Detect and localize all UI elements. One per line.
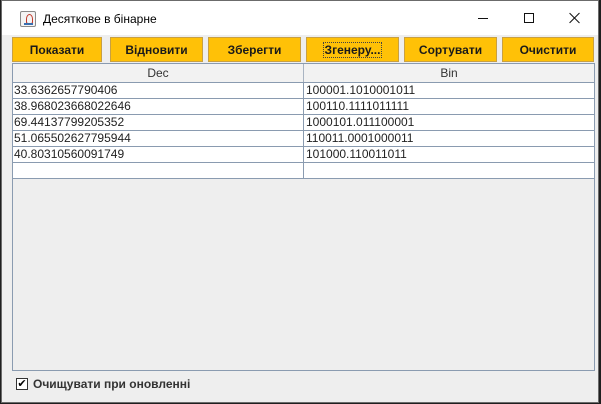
cell-bin[interactable]: 101000.110011011: [305, 147, 594, 162]
conversion-table: Dec Bin 33.6362657790406 100001.10100010…: [12, 63, 595, 179]
restore-button-label: Відновити: [125, 42, 188, 57]
clear-on-refresh-checkbox[interactable]: ✔: [16, 378, 28, 390]
java-app-icon: [20, 11, 36, 27]
cell-dec[interactable]: [13, 163, 304, 178]
clear-on-refresh-label[interactable]: Очищувати при оновленні: [33, 377, 190, 391]
cell-dec[interactable]: 40.80310560091749: [13, 147, 304, 162]
cell-bin[interactable]: 110011.0001000011: [305, 131, 594, 146]
show-button[interactable]: Показати: [12, 37, 102, 62]
table-row[interactable]: 51.065502627795944 110011.0001000011: [13, 131, 594, 147]
table-row[interactable]: 33.6362657790406 100001.1010001011: [13, 83, 594, 99]
cell-bin[interactable]: [305, 163, 594, 178]
table-viewport: [12, 179, 595, 371]
cell-bin[interactable]: 100110.1111011111: [305, 99, 594, 114]
cell-dec[interactable]: 51.065502627795944: [13, 131, 304, 146]
table-row[interactable]: 40.80310560091749 101000.110011011: [13, 147, 594, 163]
table-row-empty[interactable]: [13, 163, 594, 179]
cell-bin[interactable]: 100001.1010001011: [305, 83, 594, 98]
title-bar: Десяткове в бінарне: [2, 1, 598, 35]
window-title: Десяткове в бінарне: [43, 12, 157, 26]
minimize-button[interactable]: [460, 1, 506, 35]
cell-dec[interactable]: 33.6362657790406: [13, 83, 304, 98]
cell-bin[interactable]: 1000101.011100001: [305, 115, 594, 130]
restore-button[interactable]: Відновити: [110, 37, 203, 62]
clear-button[interactable]: Очистити: [502, 37, 594, 62]
toolbar: Показати Відновити Зберегти Згенеру... С…: [12, 37, 594, 62]
sort-button[interactable]: Сортувати: [404, 37, 497, 62]
app-window: Десяткове в бінарне Показати Відновити З…: [1, 0, 599, 403]
clear-button-label: Очистити: [519, 42, 577, 57]
minimize-icon: [478, 17, 488, 19]
cell-dec[interactable]: 69.44137799205352: [13, 115, 304, 130]
table-row[interactable]: 38.968023668022646 100110.1111011111: [13, 99, 594, 115]
cell-dec[interactable]: 38.968023668022646: [13, 99, 304, 114]
save-button[interactable]: Зберегти: [208, 37, 301, 62]
save-button-label: Зберегти: [227, 42, 282, 57]
column-header-bin[interactable]: Bin: [304, 64, 594, 82]
generate-button[interactable]: Згенеру...: [306, 37, 399, 62]
close-button[interactable]: [552, 1, 598, 35]
column-header-dec[interactable]: Dec: [13, 64, 304, 82]
close-icon: [569, 12, 581, 24]
maximize-button[interactable]: [506, 1, 552, 35]
footer: ✔ Очищувати при оновленні: [16, 377, 190, 391]
sort-button-label: Сортувати: [418, 42, 483, 57]
maximize-icon: [524, 13, 534, 23]
table-header: Dec Bin: [13, 64, 594, 83]
show-button-label: Показати: [29, 42, 85, 57]
table-row[interactable]: 69.44137799205352 1000101.011100001: [13, 115, 594, 131]
generate-button-label: Згенеру...: [322, 41, 383, 58]
